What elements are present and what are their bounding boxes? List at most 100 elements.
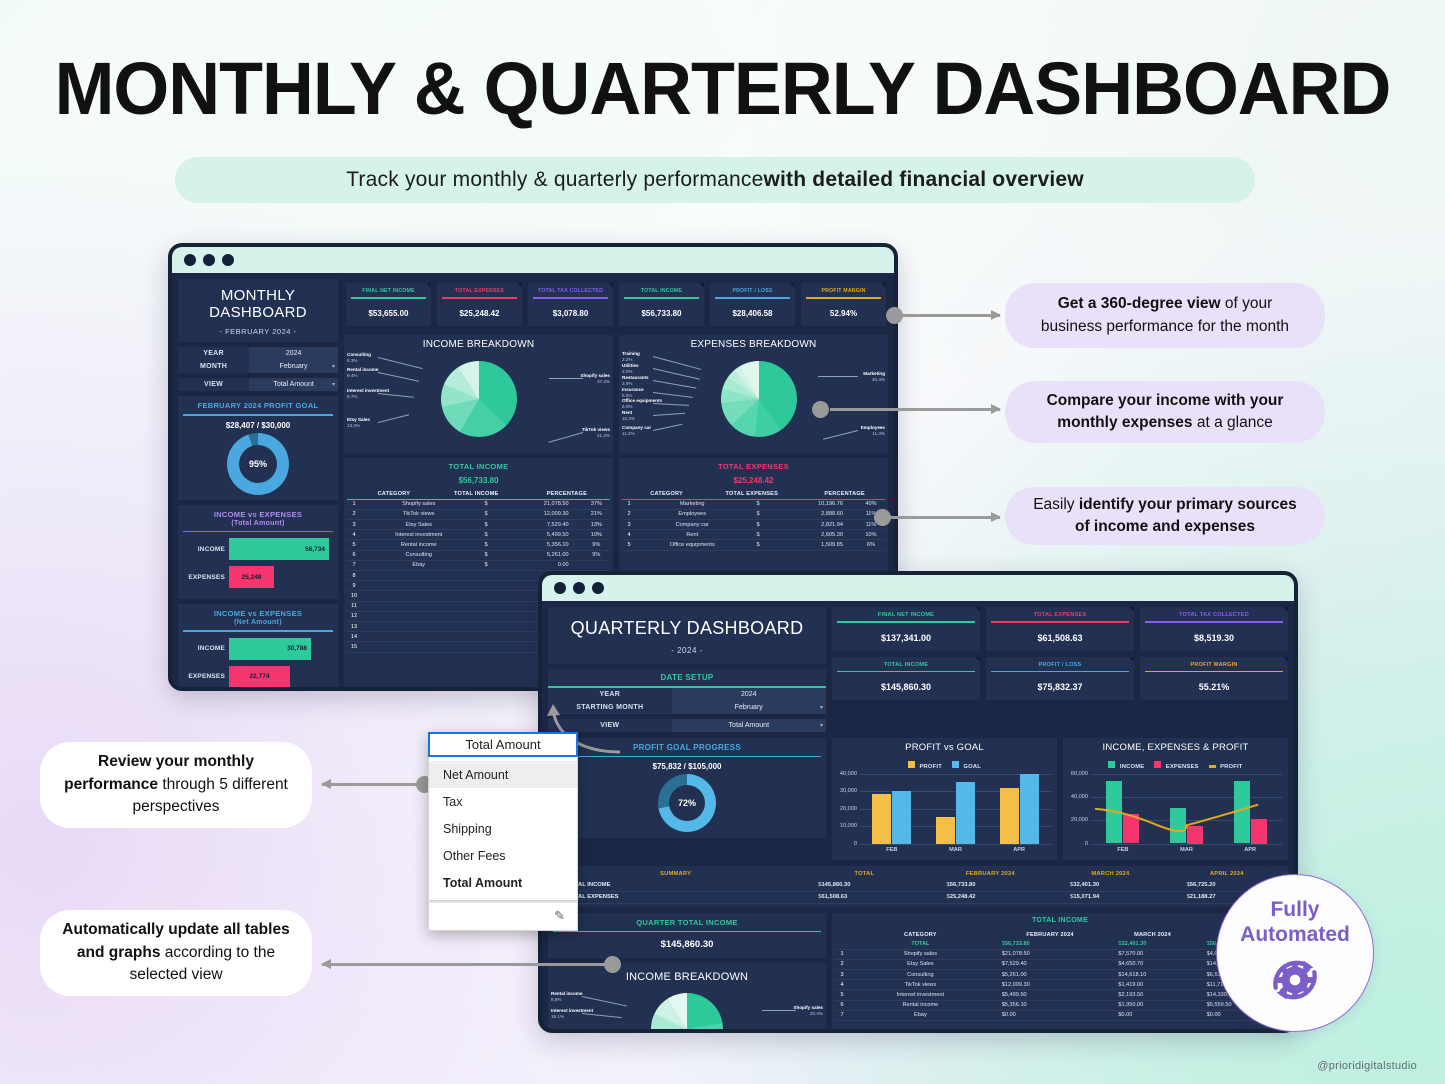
- dropdown-item[interactable]: Shipping: [429, 815, 577, 842]
- close-dot-icon[interactable]: [554, 582, 566, 594]
- pie-leader-line: [762, 1010, 796, 1011]
- callout-review-performance: Review your monthly performance through …: [40, 742, 312, 828]
- callout-text: Get a 360-degree view of your business p…: [1040, 295, 1290, 335]
- quarterly-dashboard-window: QUARTERLY DASHBOARD - 2024 - DATE SETUP …: [538, 571, 1298, 1033]
- maximize-dot-icon[interactable]: [592, 582, 604, 594]
- pie-leader-line: [652, 391, 693, 397]
- ive-net-expenses-row: EXPENSES 22,774: [183, 665, 333, 687]
- quarterly-title: QUARTERLY DASHBOARD: [570, 618, 804, 638]
- kpi-card: TOTAL EXPENSES $25,248.42: [437, 283, 522, 326]
- monthly-title: MONTHLY DASHBOARD: [209, 287, 307, 321]
- monthly-profit-goal-donut: 95%: [227, 432, 289, 495]
- dropdown-item[interactable]: Total Amount: [429, 869, 577, 896]
- arrow-anchor-1: [886, 307, 903, 324]
- pie-label: Consulting 9.3%: [347, 352, 371, 364]
- view-dropdown[interactable]: Total Amount Net Amount Tax Shipping Other …: [428, 732, 578, 931]
- kpi-title: FINAL NET INCOME: [362, 288, 415, 294]
- pie-label-name: Rental income: [347, 366, 379, 372]
- cell-corner-icon: [790, 283, 795, 288]
- minimize-dot-icon[interactable]: [573, 582, 585, 594]
- divider: [183, 530, 333, 532]
- pie-label: TikTok views 21.2%: [582, 427, 610, 439]
- kpi-value: 52.94%: [829, 308, 858, 318]
- kpi-value: $28,406.58: [732, 308, 773, 318]
- callout-text: Compare your income with your monthly ex…: [1046, 391, 1284, 431]
- kpi-title: TOTAL EXPENSES: [455, 288, 504, 294]
- pie-label: Training 2.2%: [622, 351, 640, 363]
- view-dropdown-field[interactable]: Total Amount: [428, 732, 578, 757]
- y-axis-tick: 10,000: [839, 823, 857, 829]
- kpi-underline: [991, 670, 1129, 672]
- kpi-card: TOTAL TAX COLLECTED $3,078.80: [528, 283, 613, 326]
- field-value-view[interactable]: Total Amount ▾: [671, 718, 826, 732]
- field-value-year[interactable]: 2024: [249, 347, 338, 360]
- kpi-card: TOTAL INCOME $145,860.30: [832, 656, 980, 700]
- quarterly-subtitle: - 2024 -: [671, 646, 703, 655]
- table-row: 7 Ebay $0.00: [347, 560, 610, 572]
- arrow-anchor-2: [812, 401, 829, 418]
- cell-corner-icon: [699, 283, 704, 288]
- pie-label-value: 9.3%: [347, 357, 358, 363]
- monthly-expenses-breakdown-chart: EXPENSES BREAKDOWN Training 2.2% Utilities…: [619, 334, 888, 453]
- kpi-title: TOTAL TAX COLLECTED: [1179, 612, 1249, 618]
- cell-corner-icon: [975, 607, 980, 612]
- kpi-underline: [1145, 670, 1283, 672]
- table-row: 2 TikTok views $12,009.30 21%: [347, 509, 610, 521]
- field-value-year[interactable]: 2024: [671, 687, 826, 701]
- pie-label-name: Training: [622, 350, 640, 356]
- kpi-underline: [351, 297, 426, 299]
- table-row: 6 Consulting $5,261.00 9%: [347, 550, 610, 561]
- chart-title: INCOME, EXPENSES & PROFIT: [1102, 741, 1249, 753]
- quarterly-profit-goal-donut: 72%: [658, 774, 716, 832]
- kpi-title: TOTAL EXPENSES: [1033, 612, 1087, 618]
- column-header: PERCENTAGE: [824, 490, 865, 497]
- kpi-underline: [837, 621, 975, 623]
- quarterly-profit-goal-value: $75,832 / $105,000: [652, 762, 722, 771]
- maximize-dot-icon[interactable]: [222, 254, 234, 266]
- kpi-value: 55.21%: [1198, 682, 1230, 692]
- close-dot-icon[interactable]: [184, 254, 196, 266]
- chevron-down-icon[interactable]: ▾: [820, 722, 823, 729]
- monthly-profit-goal-percent: 95%: [239, 444, 277, 483]
- pie-label-name: Etsy Sales: [347, 416, 370, 422]
- column-header: TOTAL EXPENSES: [725, 490, 779, 497]
- table-row: 3 Etsy Sales $7,529.40 13%: [347, 519, 610, 531]
- monthly-year-month-fields: YEAR 2024 MONTH February ▾: [178, 347, 338, 373]
- monthly-title-card: MONTHLY DASHBOARD - FEBRUARY 2024 -: [178, 279, 338, 342]
- kpi-underline: [837, 670, 975, 672]
- pie-label-name: Consulting: [347, 351, 371, 357]
- arrow-to-callout-2: [830, 404, 1001, 414]
- field-value-view[interactable]: Total Amount ▾: [249, 378, 338, 391]
- pie-label: Shopify sales 37.2%: [580, 373, 610, 385]
- monthly-profit-goal-value: $28,407 / $30,000: [225, 420, 291, 430]
- monthly-kpi-row: FINAL NET INCOME $53,655.00 TOTAL EXPENSES…: [344, 279, 888, 330]
- field-row-view: VIEW Total Amount ▾: [178, 378, 338, 391]
- field-value-month[interactable]: February ▾: [249, 360, 338, 373]
- ive-total-income-row: INCOME 56,734: [183, 538, 333, 560]
- dropdown-item[interactable]: Net Amount: [429, 761, 577, 788]
- income-table-title: TOTAL INCOME: [448, 461, 509, 471]
- summary-header: SUMMARY TOTAL FEBRUARY 2024 MARCH 2024 APRIL…: [551, 869, 1285, 880]
- field-label-year: YEAR: [548, 687, 672, 701]
- chevron-down-icon[interactable]: ▾: [332, 381, 335, 388]
- dropdown-item[interactable]: Tax: [429, 788, 577, 815]
- field-value-starting-month[interactable]: February ▾: [671, 700, 826, 714]
- view-dropdown-footer: ✎: [428, 901, 578, 931]
- chart-title: INCOME BREAKDOWN: [625, 971, 749, 983]
- ive-total-income-label: INCOME: [197, 545, 225, 553]
- view-dropdown-list[interactable]: Net Amount Tax Shipping Other Fees Total Amo…: [428, 757, 578, 901]
- kpi-value: $8,519.30: [1193, 632, 1235, 643]
- pencil-icon[interactable]: ✎: [554, 908, 565, 924]
- view-dropdown-edit-row[interactable]: ✎: [429, 902, 577, 930]
- expenses-grid-header: CATEGORY TOTAL EXPENSES PERCENTAGE: [622, 489, 885, 499]
- chevron-down-icon[interactable]: ▾: [332, 363, 335, 370]
- chevron-down-icon[interactable]: ▾: [820, 704, 823, 711]
- minimize-dot-icon[interactable]: [203, 254, 215, 266]
- dropdown-item[interactable]: Other Fees: [429, 842, 577, 869]
- kpi-card: TOTAL TAX COLLECTED $8,519.30: [1140, 607, 1288, 651]
- quarterly-kpi-grid: FINAL NET INCOME $137,341.00 TOTAL EXPENSE…: [832, 607, 1288, 700]
- arrow-to-callout-5: [321, 959, 612, 969]
- ive-net-income-bar: 30,788: [229, 637, 311, 660]
- income-expenses-profit-plot: 0 20,000 40,000 60,000 FEB MAR APR: [1063, 770, 1288, 856]
- quarterly-income-breakdown-chart: INCOME BREAKDOWN Rental income 8.8% Intere…: [548, 963, 826, 1029]
